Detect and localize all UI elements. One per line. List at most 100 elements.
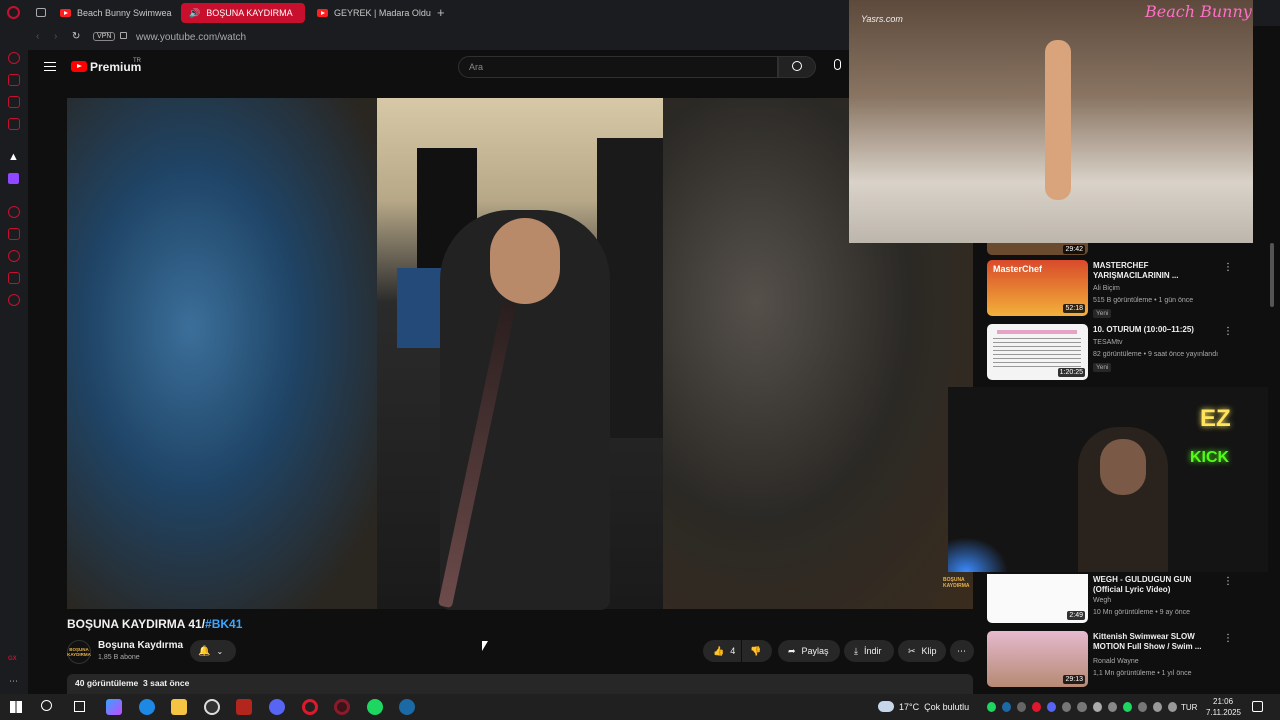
channel-name[interactable]: Boşuna Kaydırma [98, 640, 183, 651]
recommendation-channel[interactable]: TESAMtv [1093, 339, 1123, 346]
overlay-watermark: Yasrs.com [861, 14, 903, 24]
volume-icon[interactable] [1167, 702, 1178, 712]
copilot-icon[interactable] [106, 699, 122, 715]
video-thumbnail[interactable]: 1:20:25 [987, 324, 1088, 380]
bell-icon: 🔔 [198, 645, 211, 657]
opera-gx-icon[interactable] [334, 699, 350, 715]
speaker-icon[interactable]: 🔊 [189, 8, 200, 19]
file-explorer-icon[interactable] [171, 699, 187, 715]
recommendation-channel[interactable]: Ronald Wayne [1093, 658, 1139, 665]
tab-beach-bunny[interactable]: Beach Bunny Swimwear F [52, 3, 172, 23]
app-icon[interactable] [236, 699, 252, 715]
extensions-icon[interactable] [8, 272, 20, 284]
task-view-icon[interactable] [74, 701, 85, 712]
recommendation-item[interactable]: 1:20:25 10. OTURUM (10:00–11:25) TESAMtv… [987, 324, 1267, 382]
opera-tray-icon[interactable] [1032, 702, 1042, 712]
recommendation-item[interactable]: 2:49 WEGH - GULDUGUN GUN (Official Lyric… [987, 574, 1267, 632]
gx-icon[interactable]: GX [8, 656, 17, 662]
more-actions-icon[interactable]: ⋮ [1223, 633, 1233, 644]
messenger-icon[interactable] [8, 52, 20, 64]
notifications-icon[interactable] [1252, 701, 1263, 712]
steam-tray-icon[interactable] [1002, 702, 1012, 712]
recommendation-title[interactable]: WEGH - GULDUGUN GUN (Official Lyric Vide… [1093, 575, 1213, 595]
obs-icon[interactable] [204, 699, 220, 715]
partial-recommendation-thumb[interactable]: 29:42 [987, 243, 1088, 255]
network-icon[interactable] [1152, 702, 1162, 712]
tray-icon[interactable] [1077, 702, 1087, 712]
tray-icon[interactable] [1122, 702, 1132, 712]
clock-time[interactable]: 21:06 [1213, 697, 1233, 706]
more-icon[interactable]: ⋯ [9, 676, 18, 687]
recommendation-title[interactable]: MASTERCHEF YARIŞMACILARININ ... [1093, 261, 1213, 281]
opera-sidebar: ▲ GX ⋯ [0, 26, 28, 694]
recommendation-item[interactable]: MasterChef 52:18 MASTERCHEF YARIŞMACILAR… [987, 260, 1267, 318]
recommendation-channel[interactable]: Wegh [1093, 597, 1111, 604]
bookmarks-icon[interactable] [8, 228, 20, 240]
history-icon[interactable] [8, 250, 20, 262]
recommendation-title[interactable]: Kittenish Swimwear SLOW MOTION Full Show… [1093, 632, 1213, 652]
vpn-badge[interactable]: VPN [93, 32, 116, 41]
twitch-icon[interactable] [8, 173, 19, 184]
settings-icon[interactable] [8, 294, 20, 306]
weather-text[interactable]: 17°C Çok bulutlu [899, 702, 969, 712]
recommendation-title[interactable]: 10. OTURUM (10:00–11:25) [1093, 325, 1213, 335]
player-icon[interactable] [8, 206, 20, 218]
tray-icon[interactable] [1137, 702, 1147, 712]
back-icon[interactable]: ‹ [36, 31, 39, 42]
url-field[interactable]: www.youtube.com/watch [136, 32, 246, 43]
recommendation-channel[interactable]: Ali Biçim [1093, 285, 1120, 292]
tray-icon[interactable] [1062, 702, 1072, 712]
clock-date[interactable]: 7.11.2025 [1206, 708, 1241, 717]
more-actions-button[interactable]: ⋯ [950, 640, 974, 662]
spotify-tray-icon[interactable] [987, 702, 997, 712]
sidebar-scrollbar[interactable] [1270, 243, 1274, 307]
youtube-logo-icon[interactable] [71, 61, 87, 72]
search-input[interactable]: Ara [458, 56, 778, 78]
spotify-icon[interactable] [367, 699, 383, 715]
microphone-tray-icon[interactable] [1092, 702, 1102, 712]
video-thumbnail[interactable]: 2:49 [987, 574, 1088, 623]
clip-button[interactable]: ✂ Klip [898, 640, 946, 662]
hamburger-menu-icon[interactable] [44, 62, 56, 71]
share-button[interactable]: ➦ Paylaş [778, 640, 840, 662]
aria-icon[interactable] [8, 74, 20, 86]
mail-icon[interactable] [8, 118, 20, 130]
tray-icon[interactable] [1017, 702, 1027, 712]
more-actions-icon[interactable]: ⋮ [1223, 326, 1233, 337]
like-button[interactable]: 👍 4 [703, 640, 741, 662]
video-thumbnail[interactable]: MasterChef 52:18 [987, 260, 1088, 316]
recommendation-item[interactable]: 29:13 Kittenish Swimwear SLOW MOTION Ful… [987, 631, 1267, 689]
more-actions-icon[interactable]: ⋮ [1223, 576, 1233, 587]
dislike-button[interactable]: 👎 [742, 640, 772, 662]
opera-icon[interactable] [302, 699, 318, 715]
description-box[interactable]: 40 görüntüleme 3 saat önce [67, 674, 973, 694]
keyboard-language[interactable]: TUR [1181, 703, 1197, 712]
tray-icon[interactable] [1107, 702, 1117, 712]
weather-icon[interactable] [878, 701, 894, 712]
notification-bell-button[interactable]: 🔔 ⌄ [190, 640, 236, 662]
new-tab-button[interactable]: + [437, 5, 445, 20]
search-icon[interactable] [41, 700, 52, 711]
video-thumbnail[interactable]: 29:13 [987, 631, 1088, 687]
steam-icon[interactable] [399, 699, 415, 715]
more-actions-icon[interactable]: ⋮ [1223, 262, 1233, 273]
opera-logo-icon[interactable] [7, 6, 20, 19]
tab-geyrek[interactable]: GEYREK | Madara Olduk [309, 3, 431, 23]
kick-icon[interactable]: ▲ [8, 151, 19, 163]
download-button[interactable]: ⤓ İndir [844, 640, 894, 662]
system-tray-icons[interactable] [987, 702, 1178, 712]
windows-start-icon[interactable] [10, 701, 22, 713]
whatsapp-icon[interactable] [8, 96, 20, 108]
share-icon: ➦ [788, 645, 796, 656]
discord-tray-icon[interactable] [1047, 702, 1057, 712]
search-button[interactable] [778, 56, 816, 78]
edge-icon[interactable] [139, 699, 155, 715]
reload-icon[interactable]: ↻ [72, 31, 80, 42]
discord-icon[interactable] [269, 699, 285, 715]
tab-menu-icon[interactable] [36, 8, 46, 17]
tab-bosuna-kaydirma[interactable]: 🔊 BOŞUNA KAYDIRMA [181, 3, 305, 23]
channel-avatar[interactable]: BOŞUNA KAYDIRMA [67, 640, 91, 664]
forward-icon[interactable]: › [54, 31, 57, 42]
microphone-icon[interactable] [834, 59, 841, 70]
hashtag-link[interactable]: #BK41 [205, 617, 242, 631]
